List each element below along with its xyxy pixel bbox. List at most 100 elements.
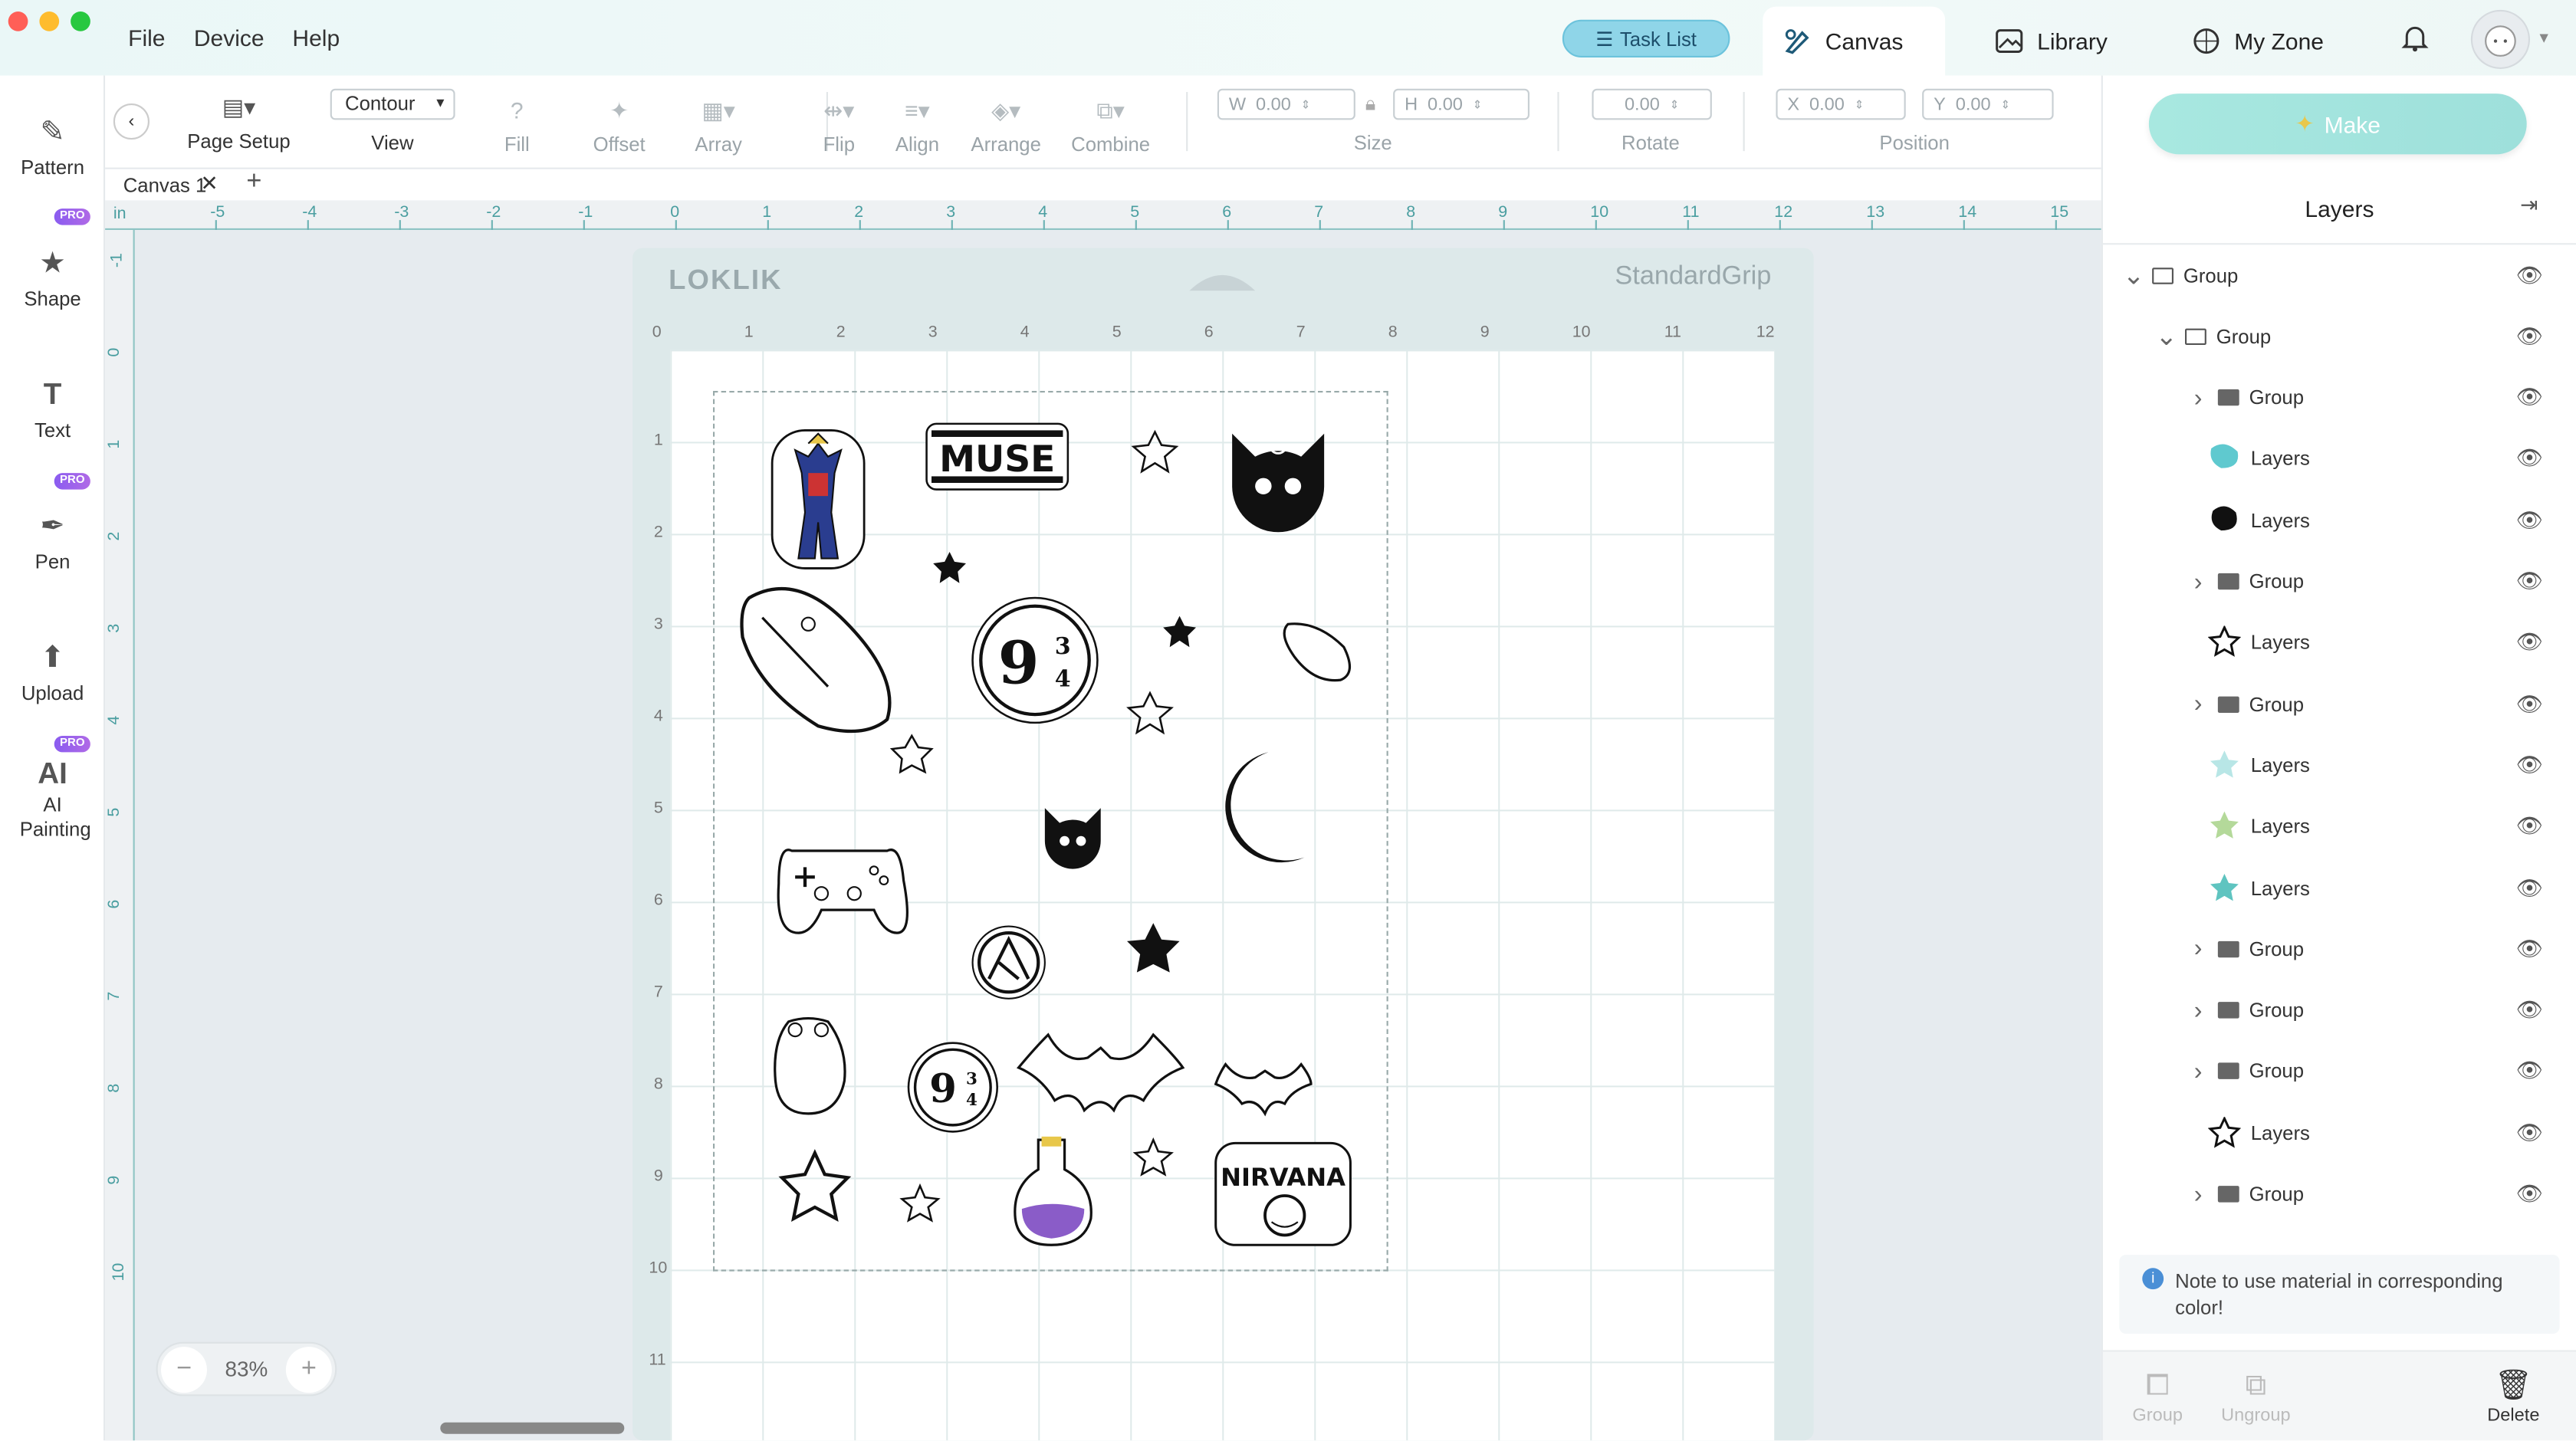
- pen-tool[interactable]: ✒ Pen: [0, 509, 105, 573]
- menu-file[interactable]: File: [128, 25, 165, 51]
- layer-row[interactable]: Layers 👁︎: [2103, 858, 2547, 918]
- offset-button[interactable]: ✦ Offset: [593, 94, 646, 156]
- expand-chevron-icon[interactable]: ›: [2188, 996, 2208, 1024]
- shape-tool[interactable]: ★ Shape: [0, 246, 105, 310]
- info-icon: i: [2142, 1268, 2164, 1290]
- eye-icon[interactable]: 👁︎: [2516, 507, 2543, 533]
- combine-button[interactable]: ⧉▾ Combine: [1071, 94, 1150, 156]
- close-window-button[interactable]: [8, 11, 28, 31]
- layer-row[interactable]: › Group 👁︎: [2103, 674, 2547, 734]
- tab-canvas[interactable]: Canvas: [1763, 6, 1946, 76]
- eye-icon[interactable]: 👁︎: [2516, 691, 2543, 717]
- y-position-input[interactable]: Y 0.00 ⇕: [1922, 88, 2054, 120]
- expand-chevron-icon[interactable]: ⌄: [2155, 320, 2177, 353]
- layer-row[interactable]: Layers 👁︎: [2103, 490, 2547, 550]
- delete-button[interactable]: 🗑︎ Delete: [2487, 1368, 2539, 1426]
- layer-row[interactable]: › Group 👁︎: [2103, 1164, 2547, 1224]
- fill-button[interactable]: ? Fill: [504, 94, 530, 156]
- eye-icon[interactable]: 👁︎: [2516, 875, 2543, 901]
- small-bat-sticker: [1214, 1062, 1313, 1117]
- width-input[interactable]: W 0.00 ⇕: [1217, 88, 1355, 120]
- eye-icon[interactable]: 👁︎: [2516, 568, 2543, 594]
- expand-chevron-icon[interactable]: ›: [2188, 384, 2208, 412]
- layer-row[interactable]: Layers 👁︎: [2103, 796, 2547, 857]
- expand-chevron-icon[interactable]: ›: [2188, 690, 2208, 717]
- tab-my-zone[interactable]: My Zone: [2172, 7, 2344, 76]
- arrange-button[interactable]: ◈▾ Arrange: [971, 94, 1041, 156]
- eye-icon[interactable]: 👁︎: [2516, 997, 2543, 1023]
- expand-chevron-icon[interactable]: ›: [2188, 1058, 2208, 1085]
- eye-icon[interactable]: 👁︎: [2516, 752, 2543, 778]
- expand-chevron-icon[interactable]: ›: [2188, 567, 2208, 595]
- minimize-window-button[interactable]: [39, 11, 60, 31]
- layer-row[interactable]: › Group 👁︎: [2103, 980, 2547, 1040]
- eye-icon[interactable]: 👁︎: [2516, 936, 2543, 962]
- layer-row[interactable]: › Group 👁︎: [2103, 551, 2547, 612]
- eye-icon[interactable]: 👁︎: [2516, 1120, 2543, 1146]
- pen-icon: ✒: [40, 509, 65, 543]
- sticker-artwork[interactable]: MUSE 9 34 9 34 NIRVANA: [713, 391, 1388, 1272]
- ruler-tick-label: -5: [210, 203, 225, 222]
- ai-painting-tool[interactable]: AI AI Painting: [0, 759, 105, 842]
- tab-library[interactable]: Library: [1975, 7, 2128, 76]
- eye-icon[interactable]: 👁︎: [2516, 1059, 2543, 1085]
- make-button[interactable]: ✦ Make: [2148, 94, 2527, 155]
- document-tab[interactable]: Canvas 1: [123, 174, 207, 197]
- eye-icon[interactable]: 👁︎: [2516, 323, 2543, 350]
- eye-icon[interactable]: 👁︎: [2516, 813, 2543, 839]
- bell-icon[interactable]: [2400, 23, 2430, 53]
- align-button[interactable]: ≡▾ Align: [895, 94, 939, 156]
- eye-icon[interactable]: 👁︎: [2516, 262, 2543, 288]
- layer-row[interactable]: › Group 👁︎: [2103, 1041, 2547, 1101]
- platform-sticker: 9 3 4: [971, 596, 1099, 724]
- layer-row[interactable]: ⌄ Group 👁︎: [2103, 306, 2547, 366]
- layer-row[interactable]: Layers 👁︎: [2103, 612, 2547, 673]
- height-input[interactable]: H 0.00 ⇕: [1393, 88, 1530, 120]
- task-list-button[interactable]: ☰ Task List: [1562, 19, 1730, 57]
- flip-button[interactable]: ⇹▾ Flip: [823, 94, 855, 156]
- collapse-back-button[interactable]: ‹: [113, 103, 150, 140]
- array-button[interactable]: ▦▾ Array: [695, 94, 741, 156]
- x-position-input[interactable]: X 0.00 ⇕: [1776, 88, 1906, 120]
- page-setup-button[interactable]: ▤▾ Page Setup: [187, 90, 290, 153]
- menu-device[interactable]: Device: [194, 25, 264, 51]
- text-tool[interactable]: T Text: [0, 378, 105, 442]
- expand-chevron-icon[interactable]: ⌄: [2123, 259, 2145, 292]
- zoom-in-button[interactable]: +: [285, 1346, 332, 1393]
- page-setup-icon: ▤▾: [222, 94, 256, 120]
- eye-icon[interactable]: 👁︎: [2516, 629, 2543, 655]
- layer-row[interactable]: Layers 👁︎: [2103, 1102, 2547, 1163]
- layer-row[interactable]: ⌄ Group 👁︎: [2103, 245, 2547, 305]
- layer-row[interactable]: › Group 👁︎: [2103, 918, 2547, 979]
- expand-chevron-icon[interactable]: ›: [2188, 935, 2208, 963]
- horizontal-scrollbar[interactable]: [440, 1422, 625, 1434]
- layer-row[interactable]: Layers 👁︎: [2103, 428, 2547, 489]
- eye-icon[interactable]: 👁︎: [2516, 446, 2543, 472]
- eye-icon[interactable]: 👁︎: [2516, 1181, 2543, 1207]
- close-tab-icon[interactable]: ✕: [200, 171, 218, 197]
- upload-tool[interactable]: ⬆ Upload: [0, 641, 105, 705]
- menu-help[interactable]: Help: [292, 25, 340, 51]
- ruler-tick-label: 12: [1774, 203, 1793, 222]
- layer-row[interactable]: Layers 👁︎: [2103, 735, 2547, 796]
- layer-actions: ⧠ Group ⧉ Ungroup 🗑︎ Delete: [2102, 1350, 2576, 1441]
- pattern-tool[interactable]: ✎ Pattern: [0, 115, 105, 179]
- maximize-window-button[interactable]: [71, 11, 90, 31]
- size-label: Size: [1353, 131, 1392, 155]
- layer-row[interactable]: › Group 👁︎: [2103, 367, 2547, 428]
- text-icon: T: [43, 377, 62, 411]
- add-tab-icon[interactable]: +: [246, 168, 261, 198]
- avatar[interactable]: [2470, 9, 2530, 70]
- chevron-down-icon[interactable]: ▼: [2537, 30, 2551, 46]
- lock-icon[interactable]: 🔒︎: [1365, 92, 1376, 117]
- zoom-control: − 83% +: [156, 1341, 337, 1397]
- view-select[interactable]: Contour ▼: [330, 88, 455, 120]
- eye-icon[interactable]: 👁︎: [2516, 385, 2543, 411]
- zoom-out-button[interactable]: −: [161, 1346, 207, 1393]
- app-window: File Device Help ☰ Task List Canvas Libra…: [0, 0, 2576, 1441]
- collapse-panel-icon[interactable]: ⇥: [2520, 192, 2538, 218]
- expand-chevron-icon[interactable]: ›: [2188, 1180, 2208, 1208]
- group-button[interactable]: ⧠ Group: [2132, 1368, 2183, 1426]
- ungroup-button[interactable]: ⧉ Ungroup: [2221, 1368, 2290, 1426]
- rotate-input[interactable]: 0.00 ⇕: [1592, 88, 1712, 120]
